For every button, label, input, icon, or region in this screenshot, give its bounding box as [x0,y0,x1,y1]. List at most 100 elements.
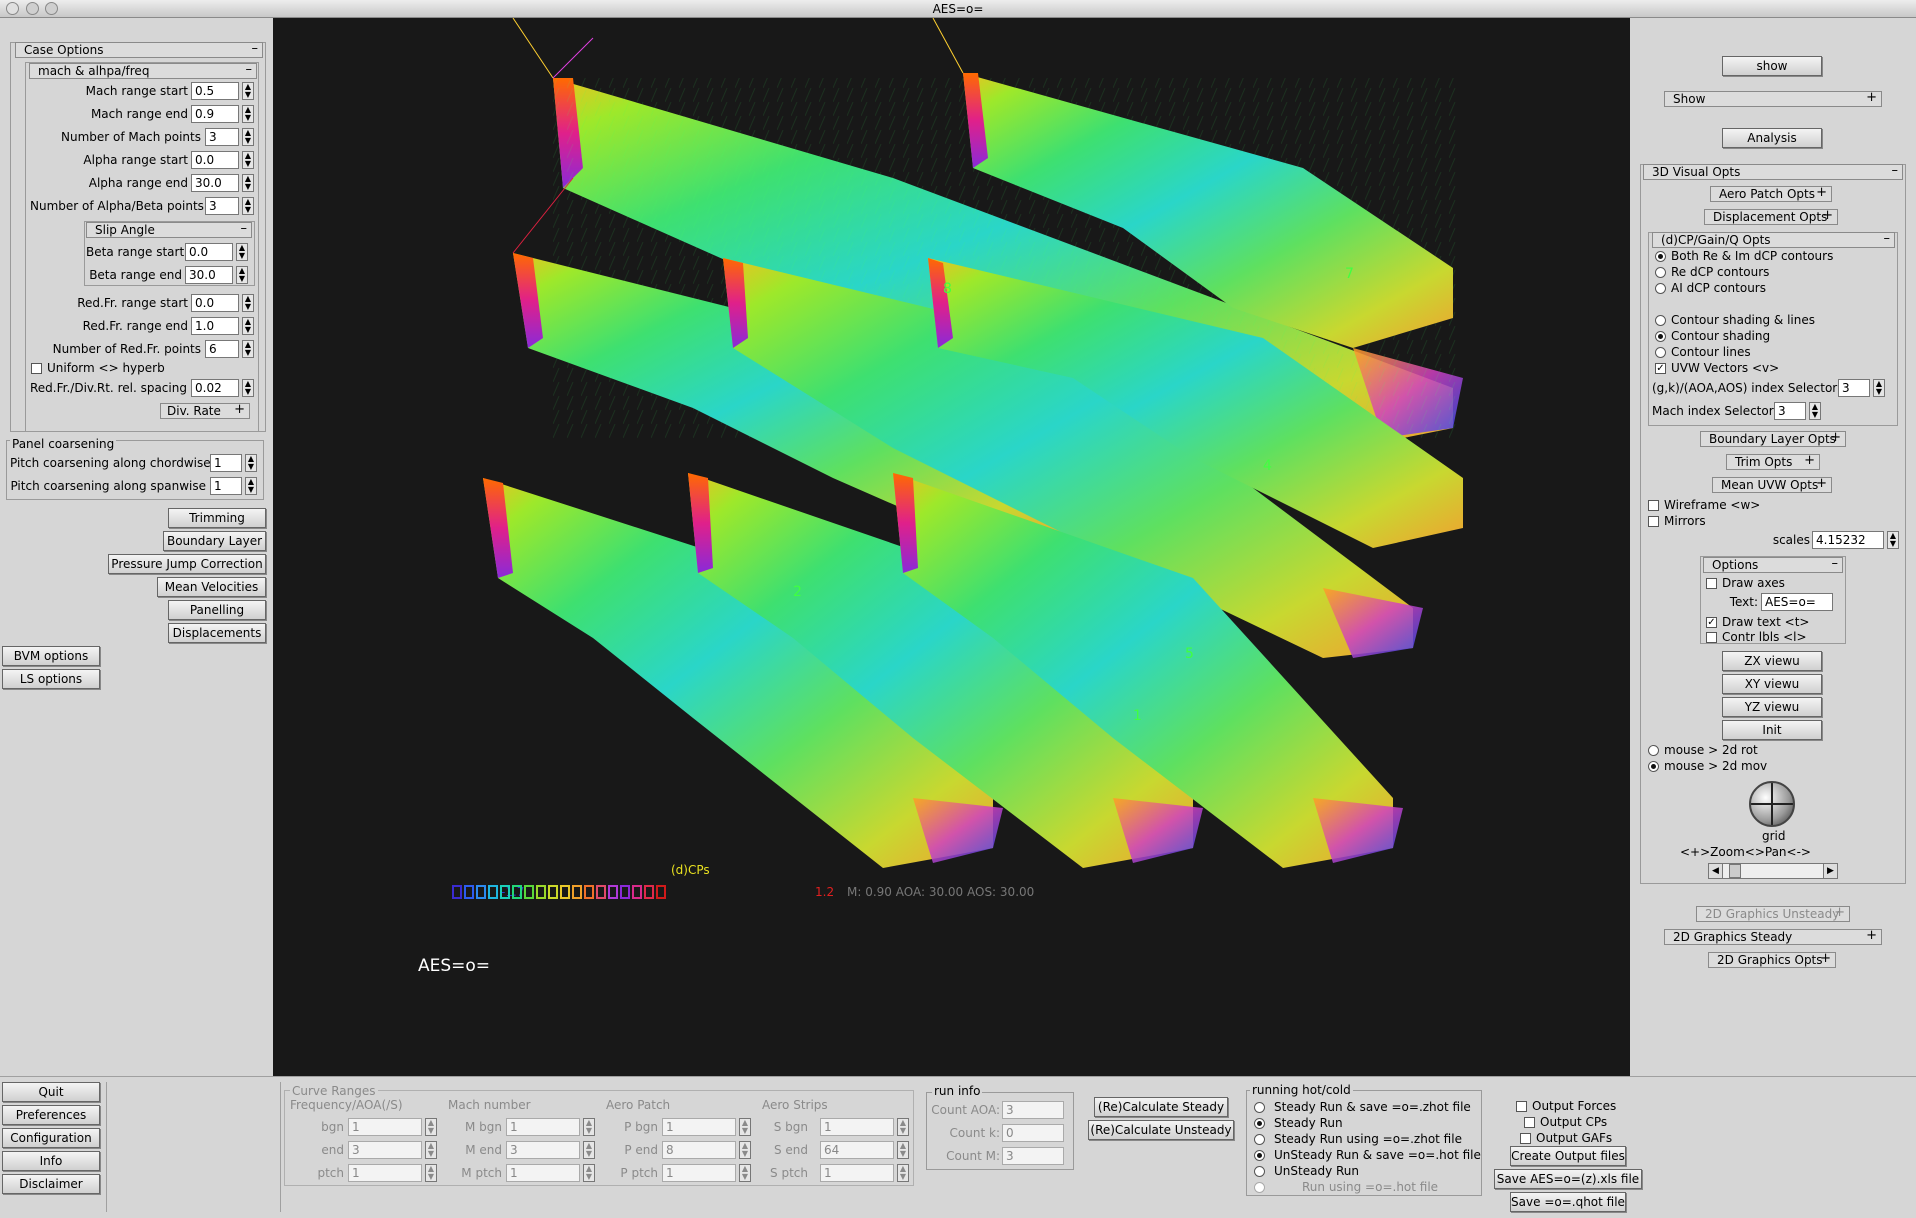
boundary-layer-button[interactable]: Boundary Layer [163,531,266,551]
dcp-opts-header[interactable]: (d)CP/Gain/Q Opts – [1652,232,1895,248]
redfr-end-stepper[interactable]: ▲ ▼ [242,317,254,335]
save-xls-button[interactable]: Save AES=o=(z).xls file [1494,1169,1642,1189]
lines-radio[interactable] [1655,347,1666,358]
zoom-window-button[interactable] [45,2,58,15]
displacements-button[interactable]: Displacements [168,623,266,643]
output-gafs-checkbox[interactable] [1520,1133,1531,1144]
mach-end-input[interactable]: 0.9 [191,105,239,123]
freq-end-input[interactable]: 3 [348,1141,422,1159]
draw-text-checkbox[interactable]: ✓ [1706,617,1717,628]
run-using-hot-radio[interactable] [1254,1182,1265,1193]
save-qhot-button[interactable]: Save =o=.qhot file [1510,1192,1626,1212]
xy-view-button[interactable]: XY viewu [1722,674,1822,694]
re-dcp-radio[interactable] [1655,267,1666,278]
patch-bgn-input[interactable]: 1 [662,1118,736,1136]
output-forces-checkbox[interactable] [1516,1101,1527,1112]
strips-end-input[interactable]: 64 [820,1141,894,1159]
2d-opts-header[interactable]: 2D Graphics Opts + [1708,952,1836,968]
strips-bgn-input[interactable]: 1 [820,1118,894,1136]
bvm-options-button[interactable]: BVM options [2,646,100,666]
strips-ptch-stepper[interactable]: ▲ ▼ [897,1164,909,1182]
spacing-stepper[interactable]: ▲ ▼ [242,379,254,397]
displacement-opts-header[interactable]: Displacement Opts + [1704,209,1838,225]
patch-ptch-stepper[interactable]: ▲ ▼ [739,1164,751,1182]
patch-ptch-input[interactable]: 1 [662,1164,736,1182]
mean-uvw-opts-header[interactable]: Mean UVW Opts + [1712,477,1832,493]
2d-unsteady-header[interactable]: 2D Graphics Unsteady + [1696,906,1850,922]
freq-end-stepper[interactable]: ▲ ▼ [425,1141,437,1159]
configuration-button[interactable]: Configuration [2,1128,100,1148]
grid-dial[interactable] [1749,781,1795,827]
ls-options-button[interactable]: LS options [2,669,100,689]
mach-alpha-header[interactable]: mach & alhpa/freq – [29,63,257,79]
alpha-start-input[interactable]: 0.0 [191,151,239,169]
strips-end-stepper[interactable]: ▲ ▼ [897,1141,909,1159]
chevron-left-icon[interactable]: ◀ [1709,864,1723,878]
mirrors-checkbox[interactable] [1648,516,1659,527]
analysis-button[interactable]: Analysis [1722,128,1822,148]
output-cps-checkbox[interactable] [1524,1117,1535,1128]
alpha-end-stepper[interactable]: ▲ ▼ [242,174,254,192]
redfr-end-input[interactable]: 1.0 [191,317,239,335]
yz-view-button[interactable]: YZ viewu [1722,697,1822,717]
slider-thumb[interactable] [1729,864,1741,878]
create-output-button[interactable]: Create Output files [1510,1146,1626,1166]
mean-velocities-button[interactable]: Mean Velocities [157,577,266,597]
options-header[interactable]: Options – [1703,557,1843,573]
trim-opts-header[interactable]: Trim Opts + [1726,454,1820,470]
div-rate-header[interactable]: Div. Rate + [160,403,250,419]
strips-ptch-input[interactable]: 1 [820,1164,894,1182]
freq-ptch-input[interactable]: 1 [348,1164,422,1182]
both-dcp-radio[interactable] [1655,251,1666,262]
uvw-vectors-checkbox[interactable]: ✓ [1655,363,1666,374]
trimming-button[interactable]: Trimming [168,508,266,528]
gk-selector-input[interactable]: 3 [1838,379,1870,397]
scales-stepper[interactable]: ▲ ▼ [1887,531,1899,549]
patch-end-stepper[interactable]: ▲ ▼ [739,1141,751,1159]
info-button[interactable]: Info [2,1151,100,1171]
slip-angle-header[interactable]: Slip Angle – [86,222,252,238]
mach-end-range-stepper[interactable]: ▲ ▼ [583,1141,595,1159]
show-panel-header[interactable]: Show + [1664,91,1882,107]
steady-using-radio[interactable] [1254,1134,1265,1145]
uniform-hyperb-checkbox[interactable] [31,363,42,374]
patch-bgn-stepper[interactable]: ▲ ▼ [739,1118,751,1136]
chevron-right-icon[interactable]: ▶ [1823,864,1837,878]
steady-run-radio[interactable] [1254,1118,1265,1129]
beta-end-input[interactable]: 30.0 [185,266,233,284]
show-button[interactable]: show [1722,56,1822,76]
redfr-points-stepper[interactable]: ▲ ▼ [242,340,254,358]
pitch-chordwise-stepper[interactable]: ▲ ▼ [245,454,257,472]
preferences-button[interactable]: Preferences [2,1105,100,1125]
panelling-button[interactable]: Panelling [168,600,266,620]
2d-steady-header[interactable]: 2D Graphics Steady + [1664,929,1882,945]
zoom-pan-slider[interactable]: ◀ ▶ [1708,863,1838,879]
unsteady-save-radio[interactable] [1254,1150,1265,1161]
beta-start-input[interactable]: 0.0 [185,243,233,261]
freq-bgn-input[interactable]: 1 [348,1118,422,1136]
spacing-input[interactable]: 0.02 [191,379,239,397]
mach-ptch-input[interactable]: 1 [506,1164,580,1182]
pitch-chordwise-input[interactable]: 1 [210,454,242,472]
visual-opts-header[interactable]: 3D Visual Opts – [1643,164,1903,180]
mach-index-input[interactable]: 3 [1774,402,1806,420]
mach-ptch-stepper[interactable]: ▲ ▼ [583,1164,595,1182]
close-window-button[interactable] [6,2,19,15]
3d-viewport[interactable]: 8 7 4 2 5 1 (d)CPs -1.7 1.2 M: 0.90 AOA:… [273,18,1630,1076]
zx-view-button[interactable]: ZX viewu [1722,651,1822,671]
mach-end-range-input[interactable]: 3 [506,1141,580,1159]
alpha-points-input[interactable]: 3 [205,197,239,215]
beta-end-stepper[interactable]: ▲ ▼ [236,266,248,284]
mach-points-input[interactable]: 3 [205,128,239,146]
mach-bgn-stepper[interactable]: ▲ ▼ [583,1118,595,1136]
beta-start-stepper[interactable]: ▲ ▼ [236,243,248,261]
mouse-mov-radio[interactable] [1648,761,1659,772]
redfr-start-stepper[interactable]: ▲ ▼ [242,294,254,312]
alpha-start-stepper[interactable]: ▲ ▼ [242,151,254,169]
shading-radio[interactable] [1655,331,1666,342]
freq-ptch-stepper[interactable]: ▲ ▼ [425,1164,437,1182]
case-options-header[interactable]: Case Options – [15,42,263,58]
redfr-start-input[interactable]: 0.0 [191,294,239,312]
quit-button[interactable]: Quit [2,1082,100,1102]
text-input[interactable]: AES=o= [1761,593,1833,611]
